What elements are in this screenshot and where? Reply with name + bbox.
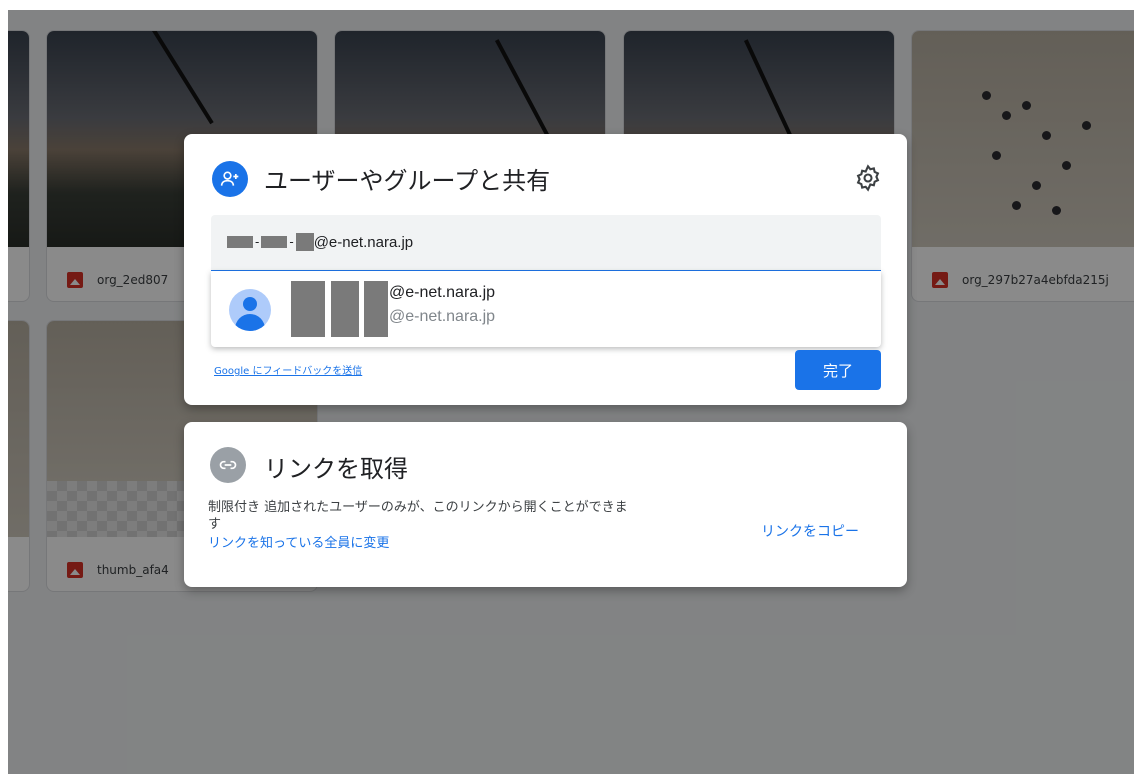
feedback-link[interactable]: Google にフィードバックを送信 — [214, 362, 362, 377]
gear-icon[interactable] — [854, 164, 882, 192]
redacted-block — [331, 281, 359, 337]
recipient-text: @e-net.nara.jp — [313, 233, 414, 251]
redacted-block — [295, 233, 314, 251]
done-button[interactable]: 完了 — [795, 350, 881, 390]
link-icon — [210, 447, 246, 483]
get-link-dialog: リンクを取得 制限付き 追加されたユーザーのみが、このリンクから開くことができま… — [184, 422, 907, 587]
redacted-block — [261, 236, 288, 248]
get-link-title: リンクを取得 — [264, 455, 408, 483]
redacted-block — [291, 281, 325, 337]
link-access-description: 制限付き 追加されたユーザーのみが、このリンクから開くことができま す リンクを… — [208, 499, 628, 552]
copy-link-button[interactable]: リンクをコピー — [761, 521, 859, 541]
share-dialog: ユーザーやグループと共有 - - @e-net.nara.jp @e-net.n… — [184, 134, 907, 405]
share-recipient-input[interactable]: - - @e-net.nara.jp — [211, 215, 881, 272]
description-line: す — [208, 517, 222, 532]
redacted-block — [364, 281, 388, 337]
suggestion-email: @e-net.nara.jp — [389, 308, 496, 325]
suggestion-name: @e-net.nara.jp — [389, 284, 496, 301]
person-add-icon — [212, 161, 248, 197]
description-line: 制限付き 追加されたユーザーのみが、このリンクから開くことができま — [208, 500, 628, 515]
contact-suggestion[interactable]: @e-net.nara.jp @e-net.nara.jp — [211, 271, 881, 347]
avatar — [229, 289, 271, 331]
share-dialog-title: ユーザーやグループと共有 — [264, 167, 551, 195]
change-link-access-button[interactable]: リンクを知っている全員に変更 — [208, 535, 628, 552]
redacted-block — [227, 236, 253, 248]
